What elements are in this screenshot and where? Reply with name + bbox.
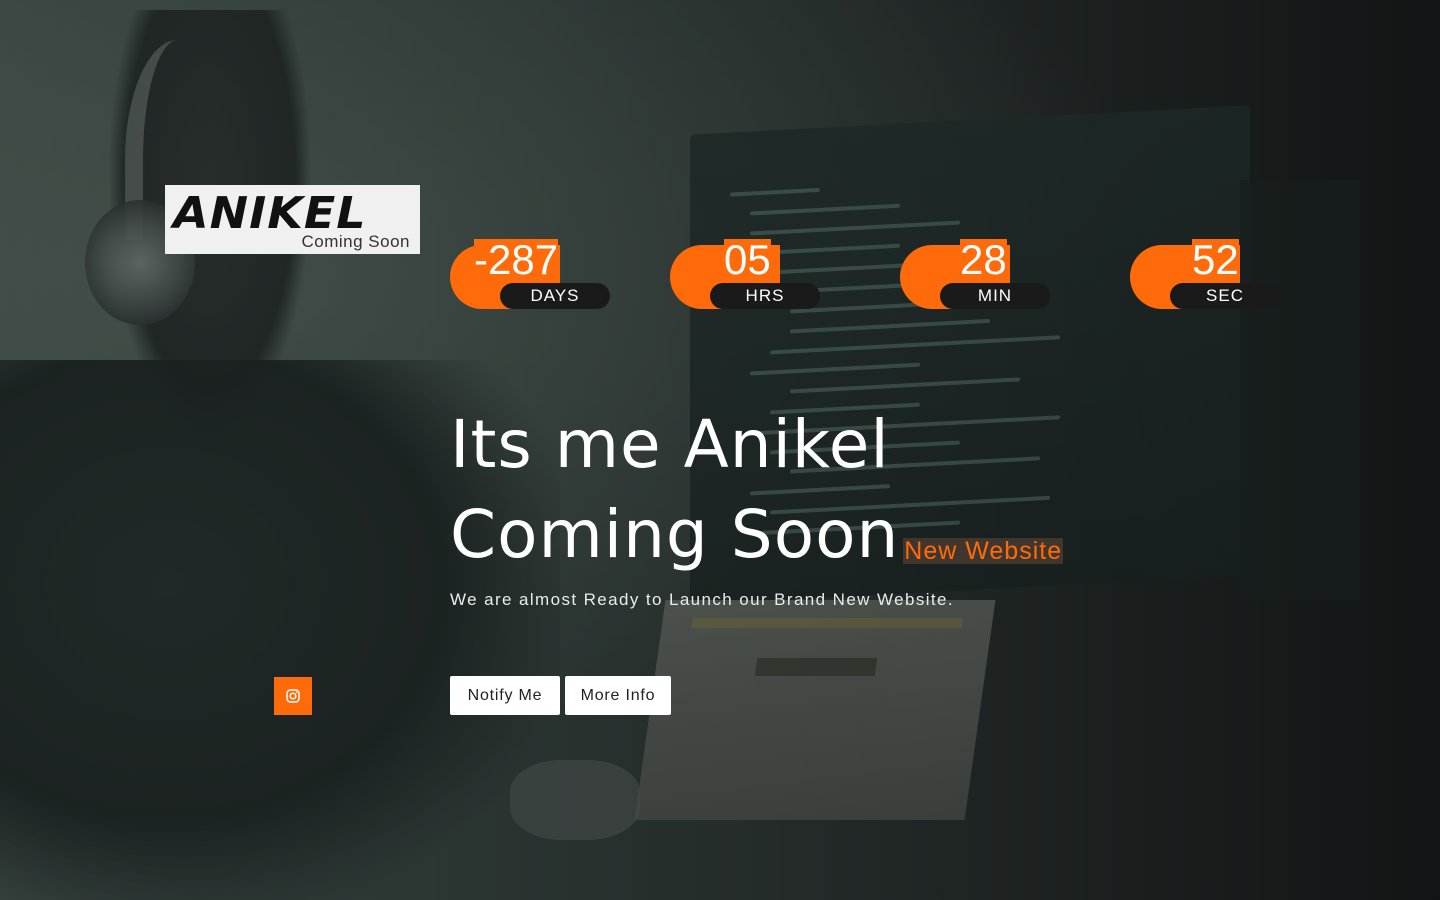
countdown-hours: 05 HRS — [670, 239, 820, 309]
new-website-tag: New Website — [903, 537, 1064, 565]
logo-title: ANIKEL — [173, 187, 367, 239]
countdown-days: -287 DAYS — [450, 239, 610, 309]
notify-me-button[interactable]: Notify Me — [450, 676, 560, 715]
countdown-days-value: -287 — [474, 236, 559, 283]
coming-soon-page: ANIKEL Coming Soon -287 DAYS 05 HRS 28 M… — [0, 0, 1440, 900]
hero-line-2: Coming Soon — [450, 496, 900, 573]
countdown-minutes-label: MIN — [940, 283, 1050, 309]
countdown-seconds-value: 52 — [1192, 236, 1239, 283]
instagram-link[interactable] — [274, 677, 312, 715]
countdown-minutes-value: 28 — [960, 236, 1007, 283]
hero-line-1: Its me Anikel — [450, 406, 890, 483]
countdown-hours-label: HRS — [710, 283, 820, 309]
logo-subtitle: Coming Soon — [301, 232, 410, 251]
countdown-hours-value: 05 — [724, 236, 771, 283]
countdown-seconds-label: SEC — [1170, 283, 1280, 309]
hero-heading: Its me Anikel Coming Soon New Website — [450, 400, 1064, 580]
countdown-seconds: 52 SEC — [1130, 239, 1280, 309]
hero-subtitle: We are almost Ready to Launch our Brand … — [450, 590, 955, 609]
countdown-minutes: 28 MIN — [900, 239, 1050, 309]
instagram-icon — [286, 689, 300, 703]
more-info-button[interactable]: More Info — [565, 676, 671, 715]
logo: ANIKEL Coming Soon — [165, 185, 420, 254]
countdown-days-label: DAYS — [500, 283, 610, 309]
